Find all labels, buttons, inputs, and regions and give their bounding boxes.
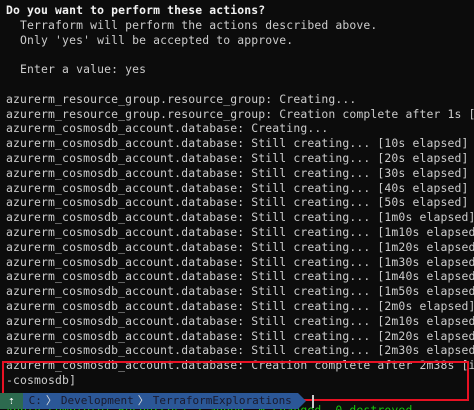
terminal-line: Do you want to perform these actions? — [6, 3, 266, 17]
terminal-window[interactable]: Do you want to perform these actions? Te… — [0, 0, 474, 410]
terminal-line: azurerm_cosmosdb_account.database: Still… — [6, 151, 469, 165]
terminal-line: azurerm_cosmosdb_account.database: Still… — [6, 284, 474, 299]
terminal-line: azurerm_resource_group.resource_group: C… — [6, 91, 357, 106]
path-separator-icon: 〉 — [45, 394, 57, 407]
shell-icon: ⇡ — [8, 394, 15, 407]
path-drive: C: — [28, 394, 42, 407]
terminal-line: azurerm_cosmosdb_account.database: Still… — [6, 328, 474, 343]
terminal-line: azurerm_cosmosdb_account.database: Still… — [6, 210, 474, 225]
powerline-arrow-icon — [297, 393, 306, 409]
terminal-line: Terraform will perform the actions descr… — [6, 17, 378, 32]
terminal-line: azurerm_cosmosdb_account.database: Creat… — [6, 121, 329, 136]
terminal-line: azurerm_cosmosdb_account.database: Still… — [6, 254, 474, 269]
terminal-line: azurerm_cosmosdb_account.database: Still… — [6, 269, 474, 284]
shell-segment: ⇡ — [0, 393, 23, 409]
path-separator-icon: 〉 — [137, 394, 149, 407]
terminal-line: -cosmosdb] — [6, 373, 77, 387]
path-folder-terraformexplorations: TerraformExplorations — [152, 394, 292, 407]
terminal-line: azurerm_cosmosdb_account.database: Still… — [6, 136, 469, 151]
terminal-line: azurerm_cosmosdb_account.database: Still… — [6, 195, 469, 210]
prompt-bar: ⇡ C: 〉 Development 〉 TerraformExploratio… — [0, 393, 314, 409]
terminal-line: azurerm_resource_group.resource_group: C… — [6, 106, 474, 121]
terminal-line: azurerm_cosmosdb_account.database: Still… — [6, 180, 469, 195]
terminal-line: azurerm_cosmosdb_account.database: Creat… — [6, 358, 474, 373]
text-cursor[interactable] — [311, 394, 314, 408]
terminal-line: azurerm_cosmosdb_account.database: Still… — [6, 225, 474, 239]
terminal-line: azurerm_cosmosdb_account.database: Still… — [6, 299, 474, 313]
terminal-line: azurerm_cosmosdb_account.database: Still… — [6, 343, 474, 358]
path-segment: C: 〉 Development 〉 TerraformExplorations — [22, 393, 298, 409]
terminal-line: azurerm_cosmosdb_account.database: Still… — [6, 165, 469, 180]
terminal-line: azurerm_cosmosdb_account.database: Still… — [6, 239, 474, 254]
terminal-line: Only 'yes' will be accepted to approve. — [6, 32, 294, 47]
terminal-line: azurerm_cosmosdb_account.database: Still… — [6, 313, 474, 328]
terminal-line: Enter a value: yes — [6, 62, 147, 77]
path-folder-development: Development — [60, 394, 134, 407]
